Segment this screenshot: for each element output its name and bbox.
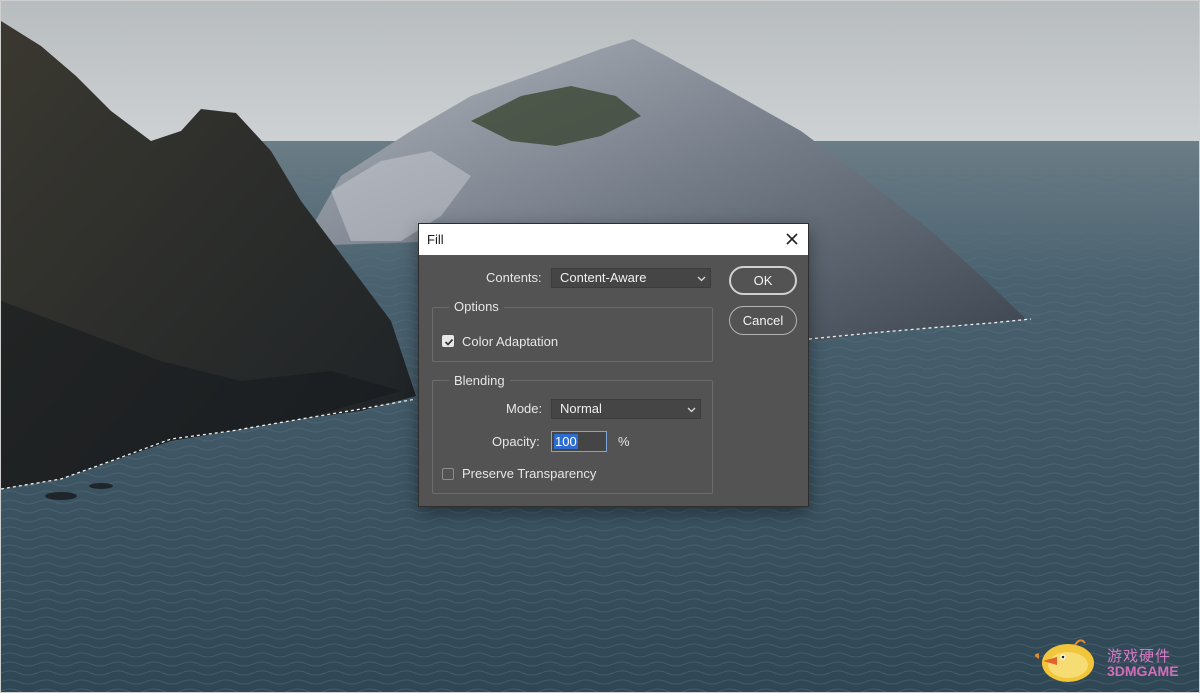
contents-select[interactable]: Content-Aware (551, 268, 711, 288)
opacity-label: Opacity: (492, 434, 540, 449)
dialog-title: Fill (427, 232, 444, 247)
chevron-down-icon (687, 407, 696, 413)
chevron-down-icon (697, 276, 706, 282)
ok-button[interactable]: OK (729, 266, 797, 295)
foam-rock (89, 483, 113, 489)
mode-select[interactable]: Normal (551, 399, 701, 419)
watermark-brand: 3DMGAME (1107, 663, 1179, 679)
color-adaptation-label[interactable]: Color Adaptation (462, 334, 558, 349)
opacity-unit: % (618, 434, 630, 449)
preserve-transparency-checkbox[interactable] (442, 468, 454, 480)
chick-mascot-icon (1033, 639, 1094, 682)
photoshop-canvas: Fill Contents: Content-Aware OK Cancel O… (0, 0, 1200, 693)
close-icon[interactable] (782, 229, 802, 249)
watermark: 游戏硬件 3DMGAME (1033, 633, 1185, 685)
contents-value: Content-Aware (560, 270, 647, 285)
opacity-input[interactable]: 100 (551, 431, 607, 452)
options-legend: Options (449, 299, 504, 314)
color-adaptation-checkbox[interactable] (442, 335, 454, 347)
opacity-value: 100 (554, 434, 578, 449)
contents-label: Contents: (486, 270, 542, 285)
blending-legend: Blending (449, 373, 510, 388)
dialog-titlebar[interactable]: Fill (419, 224, 808, 255)
cancel-button[interactable]: Cancel (729, 306, 797, 335)
mode-value: Normal (560, 401, 602, 416)
checkmark-icon (444, 338, 454, 346)
mode-label: Mode: (506, 401, 543, 416)
preserve-transparency-label[interactable]: Preserve Transparency (462, 466, 596, 481)
fill-dialog: Fill Contents: Content-Aware OK Cancel O… (419, 224, 808, 506)
foam-rock (45, 492, 77, 500)
